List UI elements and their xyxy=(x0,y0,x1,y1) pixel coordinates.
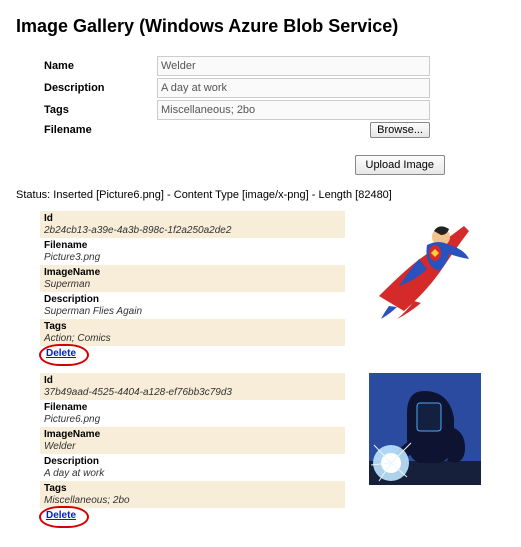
gallery-entry: Id2b24cb13-a39e-4a3b-898c-1f2a250a2de2 Fi… xyxy=(16,211,505,359)
tags-field-label: Tags xyxy=(44,483,341,495)
imagename-label: ImageName xyxy=(44,267,341,279)
imagename-label: ImageName xyxy=(44,429,341,441)
status-text: Status: Inserted [Picture6.png] - Conten… xyxy=(16,189,505,201)
id-label: Id xyxy=(44,213,341,225)
upload-image-button[interactable]: Upload Image xyxy=(355,155,446,175)
imagename-value: Superman xyxy=(44,279,90,290)
filename-value: Picture6.png xyxy=(44,414,100,425)
filename-label: Filename xyxy=(40,121,153,139)
description-value: Superman Flies Again xyxy=(44,306,142,317)
description-input[interactable] xyxy=(157,78,430,98)
name-input[interactable] xyxy=(157,56,430,76)
entry-details: Id37b49aad-4525-4404-a128-ef76bb3c79d3 Fi… xyxy=(40,373,345,521)
tags-input[interactable] xyxy=(157,100,430,120)
highlight-circle-icon xyxy=(39,506,89,528)
page-title: Image Gallery (Windows Azure Blob Servic… xyxy=(16,16,505,37)
browse-button[interactable]: Browse... xyxy=(370,122,430,138)
tags-label: Tags xyxy=(40,99,153,121)
description-field-label: Description xyxy=(44,456,341,468)
id-value: 2b24cb13-a39e-4a3b-898c-1f2a250a2de2 xyxy=(44,225,231,236)
tags-field-label: Tags xyxy=(44,321,341,333)
tags-value: Miscellaneous; 2bo xyxy=(44,495,130,506)
delete-link[interactable]: Delete xyxy=(46,510,76,521)
highlight-circle-icon xyxy=(39,344,89,366)
name-label: Name xyxy=(40,55,153,77)
id-label: Id xyxy=(44,375,341,387)
entry-thumbnail xyxy=(369,373,481,485)
tags-value: Action; Comics xyxy=(44,333,111,344)
id-value: 37b49aad-4525-4404-a128-ef76bb3c79d3 xyxy=(44,387,232,398)
filename-value: Picture3.png xyxy=(44,252,100,263)
delete-link[interactable]: Delete xyxy=(46,348,76,359)
upload-form: Name Description Tags Filename Browse... xyxy=(40,55,434,139)
entry-details: Id2b24cb13-a39e-4a3b-898c-1f2a250a2de2 Fi… xyxy=(40,211,345,359)
filename-field-label: Filename xyxy=(44,240,341,252)
description-label: Description xyxy=(40,77,153,99)
description-field-label: Description xyxy=(44,294,341,306)
gallery-entry: Id37b49aad-4525-4404-a128-ef76bb3c79d3 Fi… xyxy=(16,373,505,521)
description-value: A day at work xyxy=(44,468,104,479)
entry-thumbnail xyxy=(369,211,481,323)
filename-field-label: Filename xyxy=(44,402,341,414)
imagename-value: Welder xyxy=(44,441,76,452)
